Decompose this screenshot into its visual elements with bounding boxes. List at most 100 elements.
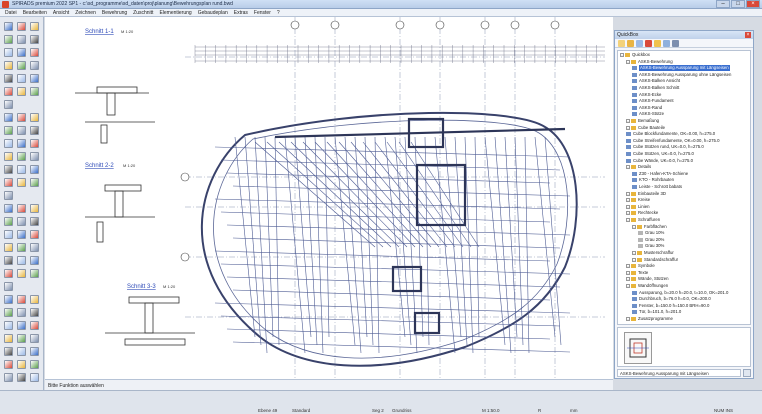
tool-button[interactable]: [4, 191, 13, 200]
tool-button[interactable]: [17, 139, 26, 148]
tree-item[interactable]: ASKS-Bewehrung Aussparung ohne Längseise…: [632, 72, 731, 78]
tree-item[interactable]: - Farbflächen: [632, 224, 667, 230]
tree-item[interactable]: - ASKS-Bewehrung: [626, 59, 673, 65]
tool-button[interactable]: [30, 22, 39, 31]
tool-button[interactable]: [4, 347, 13, 356]
tree-item[interactable]: Aussparung, b=20.0 h=20.0, t=10.0, OK=20…: [632, 290, 728, 296]
tool-button[interactable]: [30, 139, 39, 148]
tool-button[interactable]: [4, 87, 13, 96]
tree-item[interactable]: - Einbauteile 3D: [626, 191, 666, 197]
tree-item[interactable]: Cube Stützen rund, UK=0.0, h=275.0: [626, 144, 704, 150]
tool-button[interactable]: [4, 139, 13, 148]
tree-item[interactable]: - Rechtecke: [626, 210, 658, 216]
tree-item[interactable]: - Linien: [626, 204, 649, 210]
tool-button[interactable]: [17, 269, 26, 278]
tool-button[interactable]: [17, 35, 26, 44]
expand-icon[interactable]: -: [626, 125, 630, 130]
tool-button[interactable]: [4, 256, 13, 265]
tool-button[interactable]: [30, 126, 39, 135]
tool-button[interactable]: [17, 321, 26, 330]
expand-icon[interactable]: -: [626, 218, 630, 222]
expand-icon[interactable]: -: [626, 317, 630, 321]
expand-icon[interactable]: -: [626, 59, 630, 64]
tool-button[interactable]: [17, 48, 26, 57]
menu-item[interactable]: Zuschnitt: [130, 9, 156, 16]
tool-button[interactable]: [30, 48, 39, 57]
tool-button[interactable]: [30, 243, 39, 252]
expand-icon[interactable]: -: [632, 257, 636, 262]
tool-button[interactable]: [30, 204, 39, 213]
quickbox-selection-field[interactable]: ASKS-Bewehrung Aussparung mit Längseisen: [617, 369, 741, 377]
menu-item[interactable]: Gebaudeplan: [195, 9, 231, 16]
expand-icon[interactable]: -: [626, 211, 630, 216]
tool-button[interactable]: [30, 256, 39, 265]
tool-button[interactable]: [4, 204, 13, 213]
up-icon[interactable]: [663, 40, 670, 47]
tool-button[interactable]: [4, 165, 13, 174]
tool-button[interactable]: [4, 217, 13, 226]
tool-button[interactable]: [4, 152, 13, 161]
tool-button[interactable]: [17, 87, 26, 96]
tool-button[interactable]: [30, 74, 39, 83]
tree-item[interactable]: - Texte: [626, 270, 648, 276]
tool-button[interactable]: [30, 152, 39, 161]
tree-item[interactable]: - Cube Bauteile: [626, 125, 665, 131]
quickbox-tree[interactable]: - Quickbox - ASKS-Bewehrung ASKS-Bewehrung A…: [617, 50, 751, 325]
tool-button[interactable]: [30, 321, 39, 330]
menu-item[interactable]: Ansicht: [50, 9, 72, 16]
tool-button[interactable]: [17, 74, 26, 83]
tool-button[interactable]: [17, 308, 26, 317]
tool-button[interactable]: [17, 230, 26, 239]
tree-item[interactable]: Grau 30%: [638, 243, 664, 249]
tool-button[interactable]: [30, 35, 39, 44]
expand-icon[interactable]: -: [620, 53, 624, 57]
tree-item[interactable]: ASKS-Stütze: [632, 111, 664, 117]
tool-button[interactable]: [30, 87, 39, 96]
tool-button[interactable]: [4, 100, 13, 109]
tree-item[interactable]: Cube Wände, UK=0.0, h=275.0: [626, 158, 693, 164]
tree-item[interactable]: Fenster, b=150.0 h=150.0 BRH=90.0: [632, 303, 709, 309]
tool-button[interactable]: [4, 334, 13, 343]
tool-button[interactable]: [4, 243, 13, 252]
tree-item[interactable]: ASKS-Bewehrung Aussparung mit Längseisen: [632, 65, 730, 72]
delete-icon[interactable]: [645, 40, 652, 47]
expand-icon[interactable]: -: [626, 277, 630, 282]
menu-item[interactable]: ?: [274, 9, 283, 16]
tool-button[interactable]: [17, 243, 26, 252]
tree-item[interactable]: Cube Stützen, UK=0.0, h=275.0: [626, 151, 694, 157]
tool-button[interactable]: [4, 308, 13, 317]
folder-add-icon[interactable]: [654, 40, 661, 47]
tree-item[interactable]: - Bemaßung: [626, 118, 659, 124]
tool-button[interactable]: [17, 178, 26, 187]
tree-item[interactable]: - Musterschraffur: [632, 250, 674, 256]
tool-button[interactable]: [4, 126, 13, 135]
tool-button[interactable]: [4, 35, 13, 44]
expand-icon[interactable]: -: [626, 119, 630, 123]
tree-item[interactable]: - Standardschraffur: [632, 257, 678, 263]
expand-icon[interactable]: -: [626, 204, 630, 209]
tree-item[interactable]: Cube Streifenfundamente, OK=0.00, h=275.…: [626, 138, 719, 144]
settings-icon[interactable]: [672, 40, 679, 47]
tree-item[interactable]: ASKS-Rand: [632, 105, 662, 111]
menu-item[interactable]: Zeichnen: [72, 9, 99, 16]
tool-button[interactable]: [17, 165, 26, 174]
tool-button[interactable]: [4, 373, 13, 382]
tree-item[interactable]: - Zusatzprogramme: [626, 316, 673, 322]
tool-button[interactable]: [4, 22, 13, 31]
tree-item[interactable]: Grau 20%: [638, 237, 664, 243]
tool-button[interactable]: [30, 165, 39, 174]
tool-button[interactable]: [17, 22, 26, 31]
expand-icon[interactable]: -: [632, 251, 636, 255]
tool-button[interactable]: [4, 178, 13, 187]
close-button[interactable]: ×: [746, 0, 760, 8]
tree-item[interactable]: - Schraffuren: [626, 217, 660, 223]
expand-icon[interactable]: -: [626, 284, 630, 288]
tool-button[interactable]: [30, 217, 39, 226]
tool-button[interactable]: [17, 61, 26, 70]
tool-button[interactable]: [4, 113, 13, 122]
tree-item[interactable]: Cube Blockfundamente, OK=0.00, h=275.0: [626, 131, 715, 137]
tree-item[interactable]: ASKS-Balken Schnitt: [632, 85, 679, 91]
tool-button[interactable]: [4, 360, 13, 369]
quickbox-apply-button[interactable]: [743, 369, 751, 377]
expand-icon[interactable]: -: [626, 270, 630, 275]
